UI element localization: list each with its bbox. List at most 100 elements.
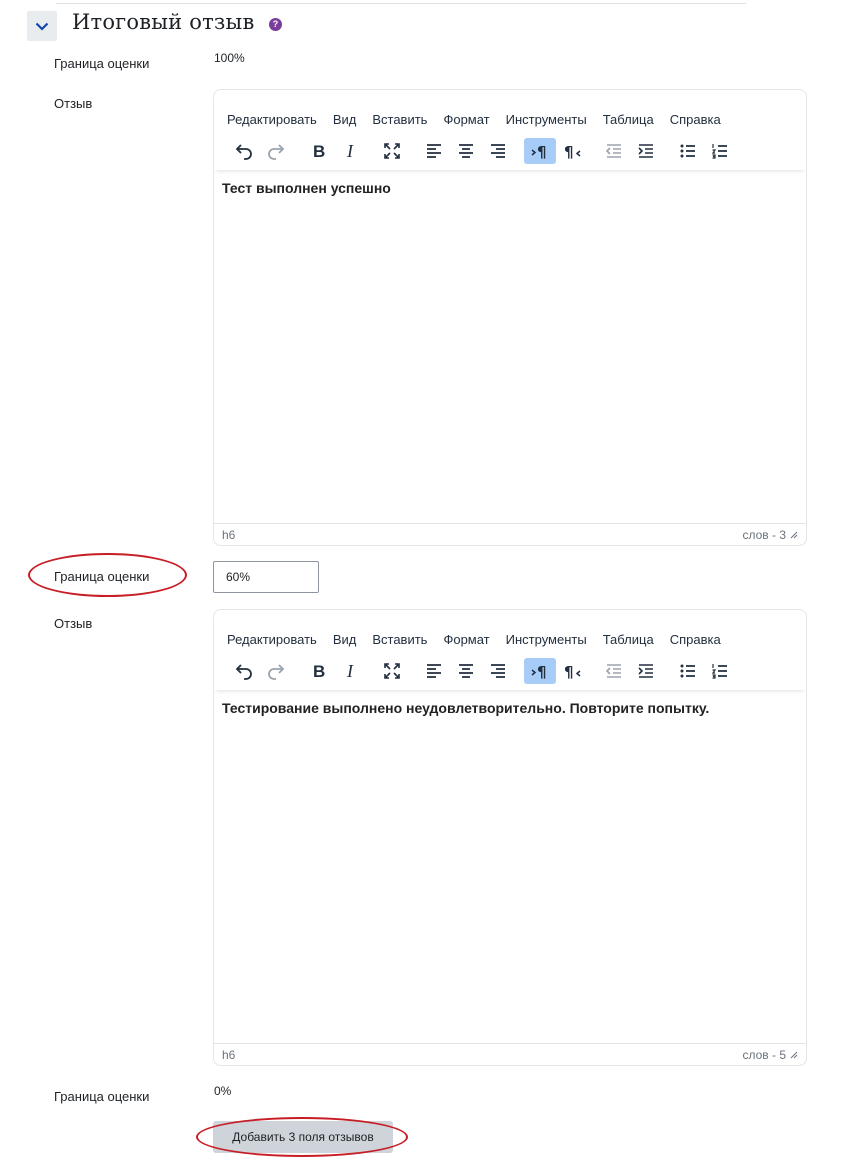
align-right-icon <box>491 144 505 158</box>
editor-content[interactable]: Тест выполнен успешно <box>214 170 806 206</box>
align-center-icon <box>459 664 473 678</box>
bold-icon: B <box>313 142 325 161</box>
resize-handle-icon[interactable] <box>790 531 798 539</box>
rtl-button[interactable]: ¶ <box>556 138 588 164</box>
menu-format[interactable]: Формат <box>443 112 489 132</box>
add-feedback-fields-button[interactable]: Добавить 3 поля отзывов <box>213 1121 393 1153</box>
svg-text:¶: ¶ <box>564 663 574 681</box>
grade-boundary-value-3: 0% <box>214 1084 232 1098</box>
bold-icon: B <box>313 662 325 681</box>
menu-insert[interactable]: Вставить <box>372 632 427 652</box>
fullscreen-icon <box>384 663 400 679</box>
menu-help[interactable]: Справка <box>670 112 721 132</box>
section-collapse-button[interactable] <box>27 11 57 41</box>
fullscreen-icon <box>384 143 400 159</box>
grade-boundary-value-1: 100% <box>214 51 245 65</box>
bullet-list-icon <box>680 144 695 158</box>
menu-view[interactable]: Вид <box>333 112 357 132</box>
rtl-button[interactable]: ¶ <box>556 658 588 684</box>
numbered-list-icon <box>711 664 727 679</box>
word-count[interactable]: слов - 3 <box>742 528 786 542</box>
italic-icon: I <box>346 141 354 161</box>
italic-button[interactable]: I <box>334 658 366 684</box>
grade-boundary-label-1: Граница оценки <box>54 56 150 71</box>
align-right-button[interactable] <box>482 138 514 164</box>
undo-button[interactable] <box>228 138 260 164</box>
indent-icon <box>638 144 653 158</box>
bold-button[interactable]: B <box>302 138 334 164</box>
menu-table[interactable]: Таблица <box>603 632 654 652</box>
svg-text:¶: ¶ <box>564 143 574 161</box>
fullscreen-button[interactable] <box>376 138 408 164</box>
align-center-button[interactable] <box>450 658 482 684</box>
outdent-button[interactable] <box>598 138 630 164</box>
section-title: Итоговый отзыв <box>72 10 255 34</box>
outdent-button[interactable] <box>598 658 630 684</box>
undo-icon <box>235 144 252 160</box>
indent-icon <box>638 664 653 678</box>
ltr-button[interactable]: ¶ <box>524 138 556 164</box>
align-center-button[interactable] <box>450 138 482 164</box>
align-left-button[interactable] <box>418 138 450 164</box>
editor-statusbar: h6 слов - 3 <box>214 523 806 545</box>
feedback-label-1: Отзыв <box>54 96 93 111</box>
rtl-icon: ¶ <box>564 143 581 161</box>
editor-toolbar: B I ¶ ¶ <box>214 652 806 690</box>
menu-edit[interactable]: Редактировать <box>227 632 317 652</box>
ltr-button[interactable]: ¶ <box>524 658 556 684</box>
svg-text:I: I <box>346 661 354 681</box>
align-left-icon <box>427 664 441 678</box>
italic-button[interactable]: I <box>334 138 366 164</box>
fullscreen-button[interactable] <box>376 658 408 684</box>
grade-boundary-input[interactable] <box>213 561 319 593</box>
undo-icon <box>235 664 252 680</box>
svg-text:¶: ¶ <box>537 663 547 681</box>
menu-format[interactable]: Формат <box>443 632 489 652</box>
align-right-button[interactable] <box>482 658 514 684</box>
redo-button[interactable] <box>260 658 292 684</box>
bullet-list-icon <box>680 664 695 678</box>
redo-icon <box>268 144 285 160</box>
numbered-list-button[interactable] <box>704 658 736 684</box>
outdent-icon <box>605 664 621 678</box>
chevron-down-icon <box>35 22 49 31</box>
align-left-icon <box>427 144 441 158</box>
menu-tools[interactable]: Инструменты <box>506 632 587 652</box>
numbered-list-button[interactable] <box>704 138 736 164</box>
redo-button[interactable] <box>260 138 292 164</box>
feedback-editor-2[interactable]: Редактировать Вид Вставить Формат Инстру… <box>213 609 807 1066</box>
redo-icon <box>268 664 285 680</box>
help-icon[interactable]: ? <box>269 18 282 31</box>
element-path[interactable]: h6 <box>222 528 235 542</box>
menu-help[interactable]: Справка <box>670 632 721 652</box>
svg-text:¶: ¶ <box>537 143 547 161</box>
bold-button[interactable]: B <box>302 658 334 684</box>
undo-button[interactable] <box>228 658 260 684</box>
bullet-list-button[interactable] <box>672 138 704 164</box>
menu-insert[interactable]: Вставить <box>372 112 427 132</box>
svg-text:B: B <box>313 662 325 681</box>
menu-table[interactable]: Таблица <box>603 112 654 132</box>
ltr-icon: ¶ <box>531 143 547 161</box>
menu-tools[interactable]: Инструменты <box>506 112 587 132</box>
editor-statusbar: h6 слов - 5 <box>214 1043 806 1065</box>
ltr-icon: ¶ <box>531 663 547 681</box>
menu-view[interactable]: Вид <box>333 632 357 652</box>
bullet-list-button[interactable] <box>672 658 704 684</box>
grade-boundary-label-2: Граница оценки <box>54 569 150 584</box>
align-left-button[interactable] <box>418 658 450 684</box>
section-divider <box>56 3 746 4</box>
editor-toolbar: B I ¶ ¶ <box>214 132 806 170</box>
outdent-icon <box>605 144 621 158</box>
feedback-editor-1[interactable]: Редактировать Вид Вставить Формат Инстру… <box>213 89 807 546</box>
element-path[interactable]: h6 <box>222 1048 235 1062</box>
feedback-label-2: Отзыв <box>54 616 93 631</box>
word-count[interactable]: слов - 5 <box>742 1048 786 1062</box>
editor-menubar: Редактировать Вид Вставить Формат Инстру… <box>214 610 806 652</box>
menu-edit[interactable]: Редактировать <box>227 112 317 132</box>
resize-handle-icon[interactable] <box>790 1051 798 1059</box>
indent-button[interactable] <box>630 658 662 684</box>
indent-button[interactable] <box>630 138 662 164</box>
svg-text:I: I <box>346 141 354 161</box>
editor-content[interactable]: Тестирование выполнено неудовлетворитель… <box>214 690 806 726</box>
